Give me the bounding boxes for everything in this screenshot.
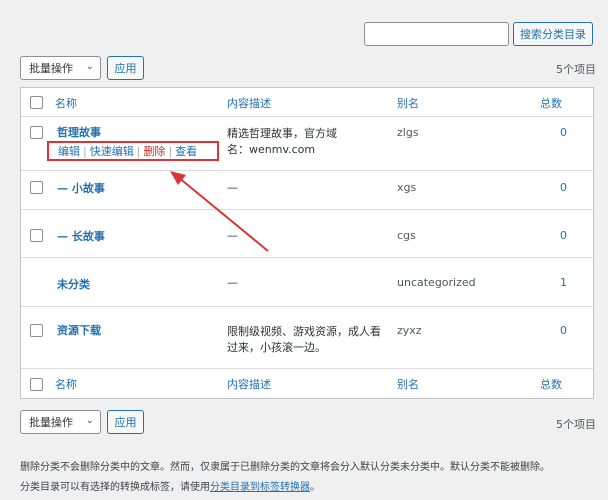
edit-link[interactable]: 编辑 (58, 143, 80, 159)
bulk-actions-select-bottom[interactable]: 批量操作 ⌄ (20, 410, 101, 434)
category-description: 限制级视频、游戏资源，成人看 过来，小孩滚一边。 (227, 325, 381, 354)
category-count-link[interactable]: 0 (560, 229, 567, 242)
categories-table: 名称 内容描述 别名 总数 哲理故事 编辑 | 快速编辑 | 删除 | 查看 精… (20, 87, 594, 399)
search-categories-button[interactable]: 搜索分类目录 (513, 22, 593, 46)
annotation-arrow (170, 171, 269, 252)
item-count-bottom: 5个项目 (556, 418, 596, 431)
category-count-link[interactable]: 0 (560, 324, 567, 337)
row-checkbox[interactable] (30, 324, 43, 337)
category-slug: zlgs (397, 126, 419, 139)
chevron-down-icon: ⌄ (85, 415, 94, 426)
column-slug[interactable]: 别名 (397, 95, 419, 111)
column-name-bottom[interactable]: 名称 (55, 376, 77, 392)
select-all-checkbox-bottom[interactable] (30, 378, 43, 391)
column-slug-bottom[interactable]: 别名 (397, 376, 419, 392)
category-slug: xgs (397, 181, 417, 194)
category-description: — (227, 276, 238, 289)
category-count-link[interactable]: 1 (560, 276, 567, 289)
quick-edit-link[interactable]: 快速编辑 (90, 143, 134, 159)
bulk-actions-label: 批量操作 (29, 416, 73, 429)
row-actions-highlight: 编辑 | 快速编辑 | 删除 | 查看 (47, 141, 219, 161)
category-name-link[interactable]: 未分类 (57, 276, 90, 292)
row-checkbox[interactable] (30, 229, 43, 242)
column-count[interactable]: 总数 (540, 95, 562, 111)
item-count-top: 5个项目 (556, 63, 596, 76)
category-count-link[interactable]: 0 (560, 126, 567, 139)
select-all-checkbox[interactable] (30, 96, 43, 109)
chevron-down-icon: ⌄ (85, 61, 94, 72)
category-name-link[interactable]: — 小故事 (57, 180, 105, 196)
footer-note-line1: 删除分类不会删除分类中的文章。然而，仅隶属于已删除分类的文章将会分入默认分类未分… (20, 462, 550, 473)
search-input[interactable] (364, 22, 509, 46)
column-description-bottom[interactable]: 内容描述 (227, 376, 271, 392)
table-footer: 名称 内容描述 别名 总数 (21, 369, 593, 397)
footer-note-line2: 分类目录可以有选择的转换成标签，请使用分类目录到标签转换器。 (20, 482, 320, 493)
table-header: 名称 内容描述 别名 总数 (21, 88, 593, 116)
column-description[interactable]: 内容描述 (227, 95, 271, 111)
view-link[interactable]: 查看 (175, 143, 197, 159)
delete-link[interactable]: 删除 (143, 143, 165, 159)
column-count-bottom[interactable]: 总数 (540, 376, 562, 392)
bulk-actions-select-top[interactable]: 批量操作 ⌄ (20, 56, 101, 80)
category-name-link[interactable]: 哲理故事 (57, 124, 101, 140)
category-slug: uncategorized (397, 276, 476, 289)
apply-button-bottom[interactable]: 应用 (107, 410, 144, 434)
category-name-link[interactable]: 资源下载 (57, 322, 101, 338)
category-count-link[interactable]: 0 (560, 181, 567, 194)
apply-button-top[interactable]: 应用 (107, 56, 144, 80)
bulk-actions-label: 批量操作 (29, 62, 73, 75)
tag-converter-link[interactable]: 分类目录到标签转换器 (210, 482, 310, 493)
category-slug: cgs (397, 229, 416, 242)
row-checkbox[interactable] (30, 126, 43, 139)
category-description: 精选哲理故事，官方域 名：wenmv.com (227, 127, 337, 156)
column-name[interactable]: 名称 (55, 95, 77, 111)
category-slug: zyxz (397, 324, 422, 337)
category-name-link[interactable]: — 长故事 (57, 228, 105, 244)
row-checkbox[interactable] (30, 181, 43, 194)
